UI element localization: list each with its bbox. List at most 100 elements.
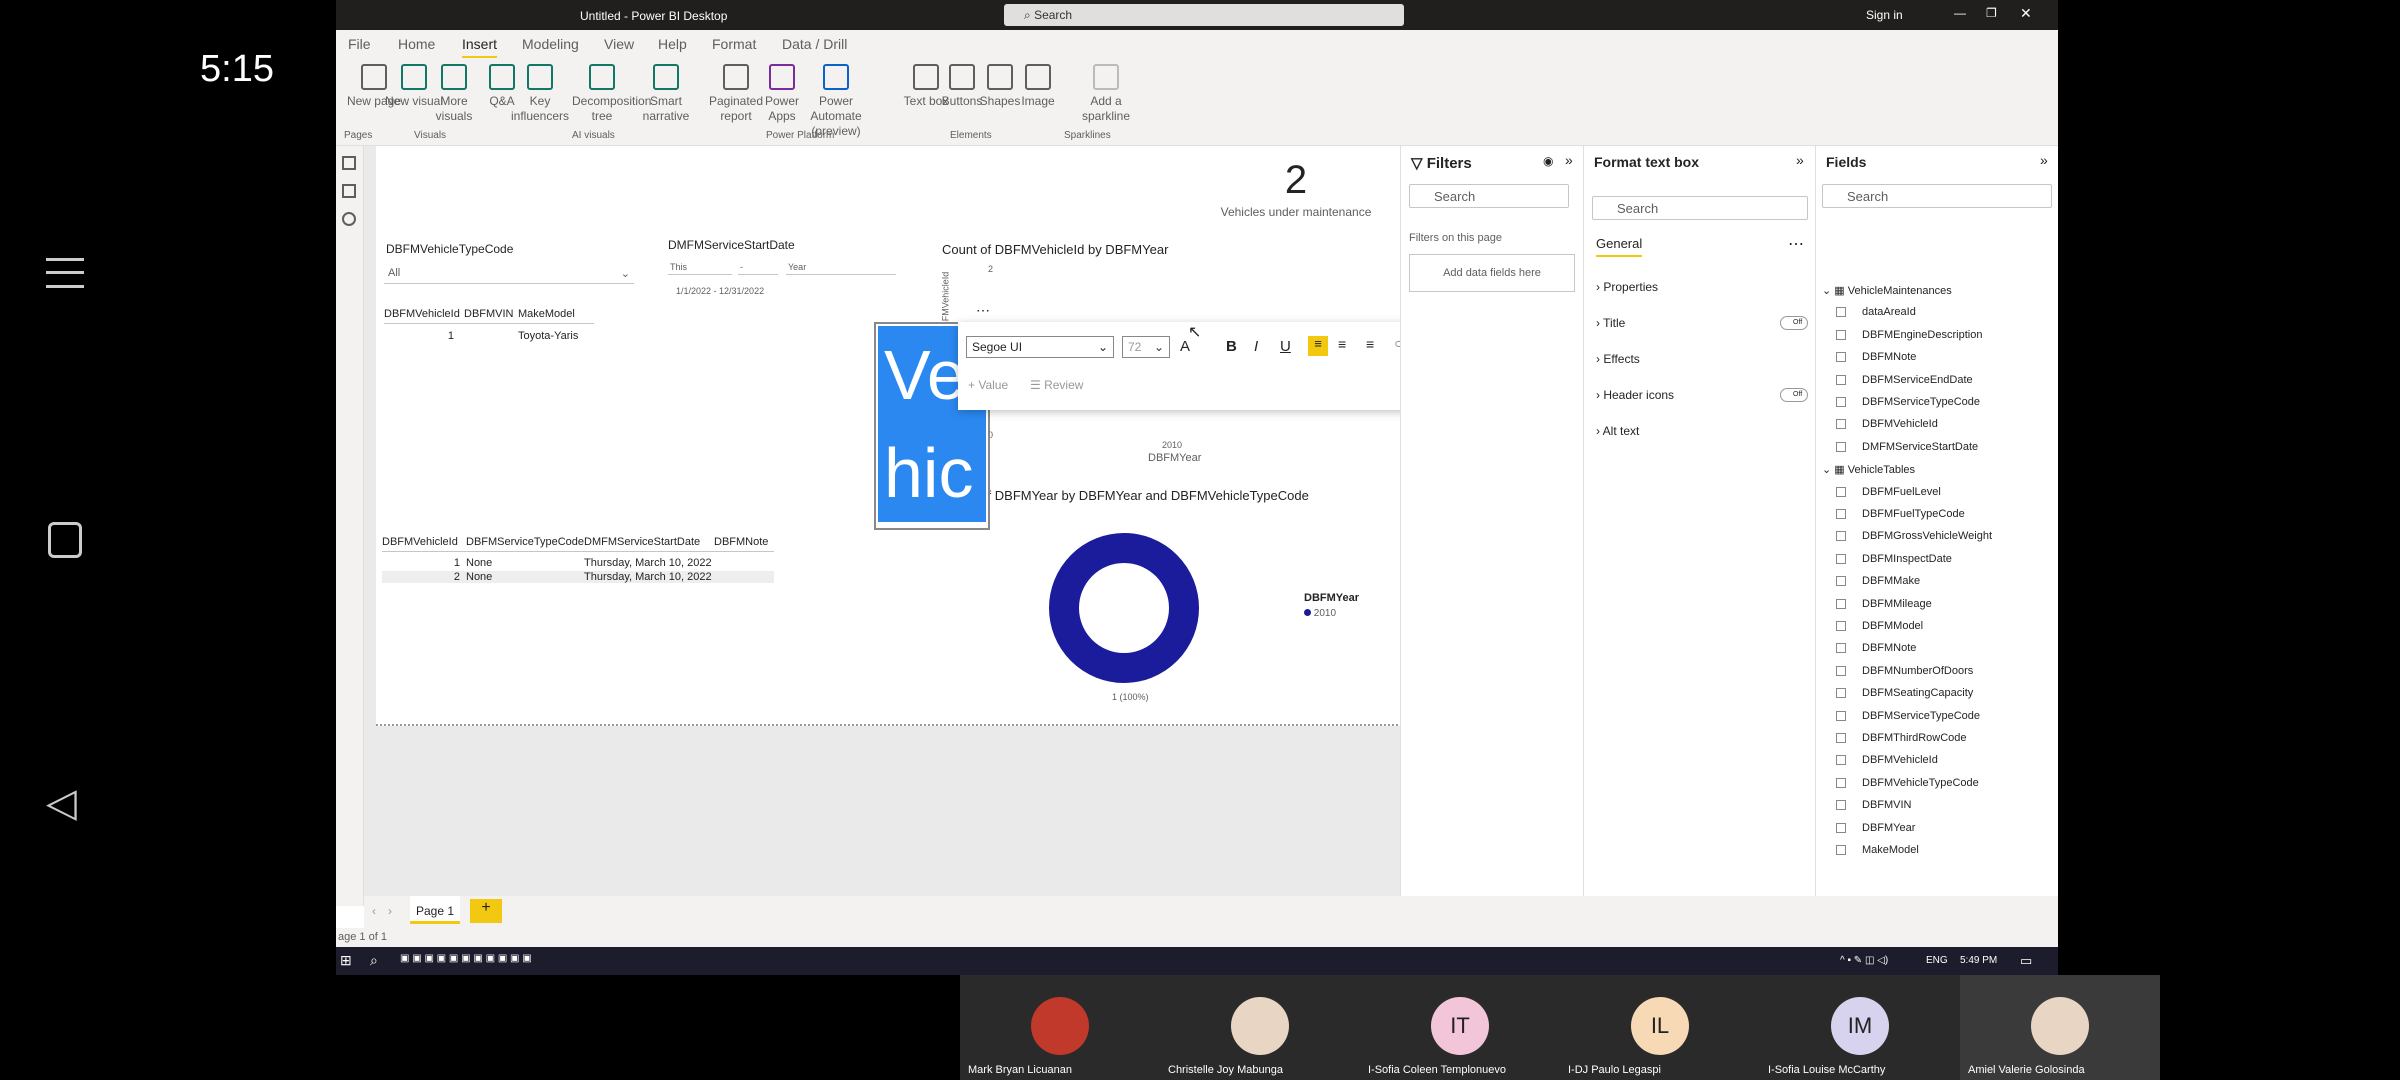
field-item[interactable]: DBFMServiceTypeCode — [1836, 710, 1980, 730]
field-checkbox[interactable] — [1836, 710, 1846, 721]
field-item[interactable]: DBFMServiceTypeCode — [1836, 396, 1980, 416]
report-page[interactable]: 2 Vehicles under maintenance DBFMVehicle… — [376, 146, 1534, 726]
back-triangle-icon[interactable]: ◁ — [46, 780, 77, 826]
menu-help[interactable]: Help — [658, 36, 687, 52]
slicer-date-num[interactable]: - — [738, 260, 778, 275]
add-value-button[interactable]: + Value — [968, 378, 1008, 392]
close-icon[interactable]: ✕ — [2020, 5, 2032, 22]
vehicle-table[interactable]: DBFMVehicleId DBFMVIN MakeModel 1 Toyota… — [384, 308, 594, 342]
participant-tile[interactable]: Mark Bryan Licuanan — [960, 975, 1160, 1080]
add-page-button[interactable]: + — [470, 899, 502, 923]
field-item[interactable]: DBFMServiceEndDate — [1836, 374, 1973, 394]
add-data-fields-drop[interactable]: Add data fields here — [1409, 254, 1575, 292]
language-indicator[interactable]: ENG — [1926, 955, 1948, 966]
field-item[interactable]: MakeModel — [1836, 844, 1919, 864]
taskbar-clock[interactable]: 5:49 PM — [1960, 955, 1997, 966]
menu-modeling[interactable]: Modeling — [522, 36, 579, 52]
field-checkbox[interactable] — [1836, 531, 1846, 542]
tab-general[interactable]: General — [1596, 236, 1643, 257]
field-checkbox[interactable] — [1836, 441, 1846, 452]
underline-button[interactable]: U — [1280, 338, 1291, 355]
filters-search[interactable]: Search — [1409, 184, 1569, 208]
windows-start-icon[interactable]: ⊞ — [340, 952, 352, 969]
notification-icon[interactable]: ▭ — [2020, 953, 2032, 969]
participant-tile[interactable]: Christelle Joy Mabunga — [1160, 975, 1360, 1080]
card-visual[interactable]: 2 Vehicles under maintenance — [1196, 158, 1396, 219]
bold-button[interactable]: B — [1226, 338, 1237, 355]
maintenance-table[interactable]: DBFMVehicleId DBFMServiceTypeCode DMFMSe… — [382, 536, 774, 583]
menu-view[interactable]: View — [604, 36, 634, 52]
font-family-select[interactable]: Segoe UI ⌄ — [966, 336, 1114, 358]
field-checkbox[interactable] — [1836, 509, 1846, 520]
minimize-icon[interactable]: — — [1954, 6, 1966, 20]
field-item[interactable]: DBFMMileage — [1836, 598, 1932, 618]
maximize-icon[interactable]: ❐ — [1986, 6, 1997, 20]
align-left-button[interactable]: ≡ — [1308, 336, 1328, 356]
field-item[interactable]: DBFMVIN — [1836, 799, 1912, 819]
menu-insert[interactable]: Insert — [462, 36, 498, 59]
eye-icon[interactable]: ◉ — [1543, 154, 1553, 168]
field-checkbox[interactable] — [1836, 329, 1846, 340]
ribbon-button-add-a-sparkline[interactable]: Add a sparkline — [1076, 64, 1136, 124]
collapse-fields-icon[interactable]: » — [2040, 152, 2048, 168]
field-item[interactable]: DMFMServiceStartDate — [1836, 441, 1978, 461]
field-item[interactable]: DBFMVehicleId — [1836, 418, 1938, 438]
field-checkbox[interactable] — [1836, 419, 1846, 430]
field-checkbox[interactable] — [1836, 688, 1846, 699]
field-checkbox[interactable] — [1836, 307, 1846, 318]
slicer-date-this[interactable]: This — [668, 260, 732, 275]
field-item[interactable]: DBFMModel — [1836, 620, 1923, 640]
field-item[interactable]: DBFMVehicleTypeCode — [1836, 777, 1979, 797]
search-icon[interactable]: ⌕ — [370, 952, 378, 969]
align-center-icon[interactable]: ≡ — [1338, 336, 1346, 352]
app-icon[interactable]: ▣ ▣ ▣ ▣ ▣ ▣ ▣ ▣ ▣ ▣ ▣ — [400, 953, 532, 964]
donut-chart[interactable] — [1044, 528, 1204, 688]
section-title[interactable]: › Title — [1596, 316, 1625, 330]
participant-tile[interactable]: IL I-DJ Paulo Legaspi — [1560, 975, 1760, 1080]
field-checkbox[interactable] — [1836, 777, 1846, 788]
field-checkbox[interactable] — [1836, 352, 1846, 363]
fields-search[interactable]: Search — [1822, 184, 2052, 208]
field-checkbox[interactable] — [1836, 374, 1846, 385]
field-checkbox[interactable] — [1836, 733, 1846, 744]
sign-in-link[interactable]: Sign in — [1866, 8, 1903, 22]
field-item[interactable]: DBFMMake — [1836, 575, 1920, 595]
field-checkbox[interactable] — [1836, 598, 1846, 609]
field-item[interactable]: DBFMVehicleId — [1836, 754, 1938, 774]
italic-button[interactable]: I — [1254, 338, 1258, 355]
home-square-icon[interactable] — [48, 522, 82, 558]
field-checkbox[interactable] — [1836, 643, 1846, 654]
field-checkbox[interactable] — [1836, 822, 1846, 833]
collapse-format-icon[interactable]: » — [1796, 152, 1804, 168]
ribbon-button-smart-narrative[interactable]: Smart narrative — [636, 64, 696, 124]
field-item[interactable]: DBFMNumberOfDoors — [1836, 665, 1973, 685]
section-properties[interactable]: › Properties — [1596, 280, 1658, 294]
field-checkbox[interactable] — [1836, 553, 1846, 564]
more-options-icon[interactable]: ⋯ — [1788, 234, 1804, 254]
field-item[interactable]: DBFMSeatingCapacity — [1836, 687, 1973, 707]
field-table[interactable]: ⌄ ▦ VehicleMaintenances — [1822, 284, 1952, 304]
title-toggle[interactable]: Off — [1780, 316, 1808, 330]
report-view-icon[interactable] — [342, 156, 356, 170]
data-view-icon[interactable] — [342, 184, 356, 198]
slicer-vehicle-type-dropdown[interactable]: All ⌄ — [384, 264, 634, 284]
section-effects[interactable]: › Effects — [1596, 352, 1640, 366]
field-checkbox[interactable] — [1836, 665, 1846, 676]
field-item[interactable]: DBFMInspectDate — [1836, 553, 1952, 573]
title-search-box[interactable]: ⌕ Search — [1004, 4, 1404, 26]
field-checkbox[interactable] — [1836, 397, 1846, 408]
participant-tile[interactable]: Amiel Valerie Golosinda — [1960, 975, 2160, 1080]
participant-tile[interactable]: IT I-Sofia Coleen Templonuevo — [1360, 975, 1560, 1080]
field-item[interactable]: DBFMNote — [1836, 642, 1916, 662]
ribbon-button-image[interactable]: Image — [1008, 64, 1068, 109]
header-icons-toggle[interactable]: Off — [1780, 388, 1808, 402]
more-options-icon[interactable]: ⋯ — [976, 302, 990, 319]
next-page-icon[interactable]: › — [388, 904, 392, 918]
ribbon-button-power-automate-preview-[interactable]: Power Automate (preview) — [806, 64, 866, 139]
donut-slice-2010[interactable] — [1049, 533, 1199, 683]
menu-data-drill[interactable]: Data / Drill — [782, 36, 847, 52]
ribbon-button-power-apps[interactable]: Power Apps — [752, 64, 812, 124]
field-checkbox[interactable] — [1836, 576, 1846, 587]
section-alt-text[interactable]: › Alt text — [1596, 424, 1639, 438]
field-item[interactable]: DBFMGrossVehicleWeight — [1836, 530, 1992, 550]
